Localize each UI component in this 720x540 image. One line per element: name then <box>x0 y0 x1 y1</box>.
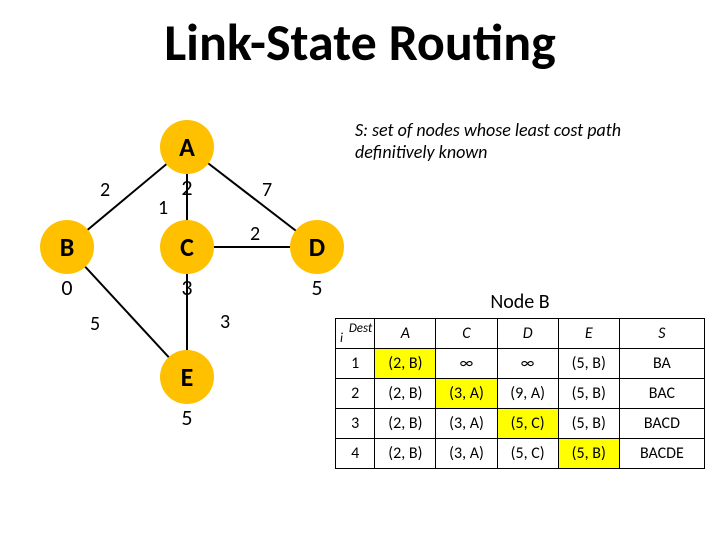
page-title: Link-State Routing <box>0 10 720 74</box>
table-cell: 2 <box>336 379 375 409</box>
table-cell: 1 <box>336 349 375 379</box>
edge-weight-be: 5 <box>90 312 100 336</box>
node-c-cost: 3 <box>177 274 197 301</box>
table-cell: BA <box>619 349 704 379</box>
col-e: E <box>558 319 619 349</box>
edge-weight-ad: 7 <box>262 178 272 202</box>
table-cell: (2, B) <box>375 409 436 439</box>
table-cell: 3 <box>336 409 375 439</box>
node-a: A <box>160 120 214 174</box>
table-cell: (9, A) <box>497 379 558 409</box>
table-row: 2(2, B)(3, A)(9, A)(5, B)BAC <box>336 379 705 409</box>
table-cell: (5, B) <box>558 439 619 469</box>
table-cell: (5, C) <box>497 439 558 469</box>
node-e: E <box>160 350 214 404</box>
table-cell: (5, B) <box>558 349 619 379</box>
edge-weight-ac: 1 <box>158 196 168 220</box>
edge-weight-cd: 2 <box>250 222 260 246</box>
col-a: A <box>375 319 436 349</box>
table-row: 4(2, B)(3, A)(5, C)(5, B)BACDE <box>336 439 705 469</box>
table-cell: (2, B) <box>375 439 436 469</box>
network-graph: A 2 B 0 C 3 D 5 E 5 2 1 7 2 5 3 <box>40 100 360 430</box>
table-cell: 4 <box>336 439 375 469</box>
table-cell: (5, C) <box>497 409 558 439</box>
table-cell: (3, A) <box>436 439 497 469</box>
table-row: 3(2, B)(3, A)(5, C)(5, B)BACD <box>336 409 705 439</box>
table-cell: BACDE <box>619 439 704 469</box>
node-b-cost: 0 <box>57 274 77 301</box>
table-cell: (3, A) <box>436 379 497 409</box>
node-b: B <box>40 220 94 274</box>
edge-weight-ab: 2 <box>100 178 110 202</box>
table-cell: (3, A) <box>436 409 497 439</box>
node-e-cost: 5 <box>177 404 197 431</box>
table-cell: BAC <box>619 379 704 409</box>
table-cell: (2, B) <box>375 349 436 379</box>
node-c: C <box>160 220 214 274</box>
node-d-cost: 5 <box>307 274 327 301</box>
col-d: D <box>497 319 558 349</box>
set-definition-caption: S: set of nodes whose least cost path de… <box>355 120 685 163</box>
node-d: D <box>290 220 344 274</box>
node-a-cost: 2 <box>177 174 197 201</box>
table-cell: (5, B) <box>558 379 619 409</box>
table-cell: (2, B) <box>375 379 436 409</box>
edge-weight-ce: 3 <box>220 310 230 334</box>
table-header-row: i Dest A C D E S <box>336 319 705 349</box>
table-row: 1(2, B)∞∞(5, B)BA <box>336 349 705 379</box>
col-s: S <box>619 319 704 349</box>
table-cell: (5, B) <box>558 409 619 439</box>
iteration-table: i Dest A C D E S 1(2, B)∞∞(5, B)BA2(2, B… <box>335 318 705 469</box>
table-cell: ∞ <box>497 349 558 379</box>
col-c: C <box>436 319 497 349</box>
table-cell: BACD <box>619 409 704 439</box>
iteration-table-title: Node B <box>335 290 705 314</box>
col-i-dest: i Dest <box>336 319 375 349</box>
table-cell: ∞ <box>436 349 497 379</box>
iteration-table-wrap: Node B i Dest A C D E S 1(2, B)∞∞(5, B)B… <box>335 290 705 469</box>
